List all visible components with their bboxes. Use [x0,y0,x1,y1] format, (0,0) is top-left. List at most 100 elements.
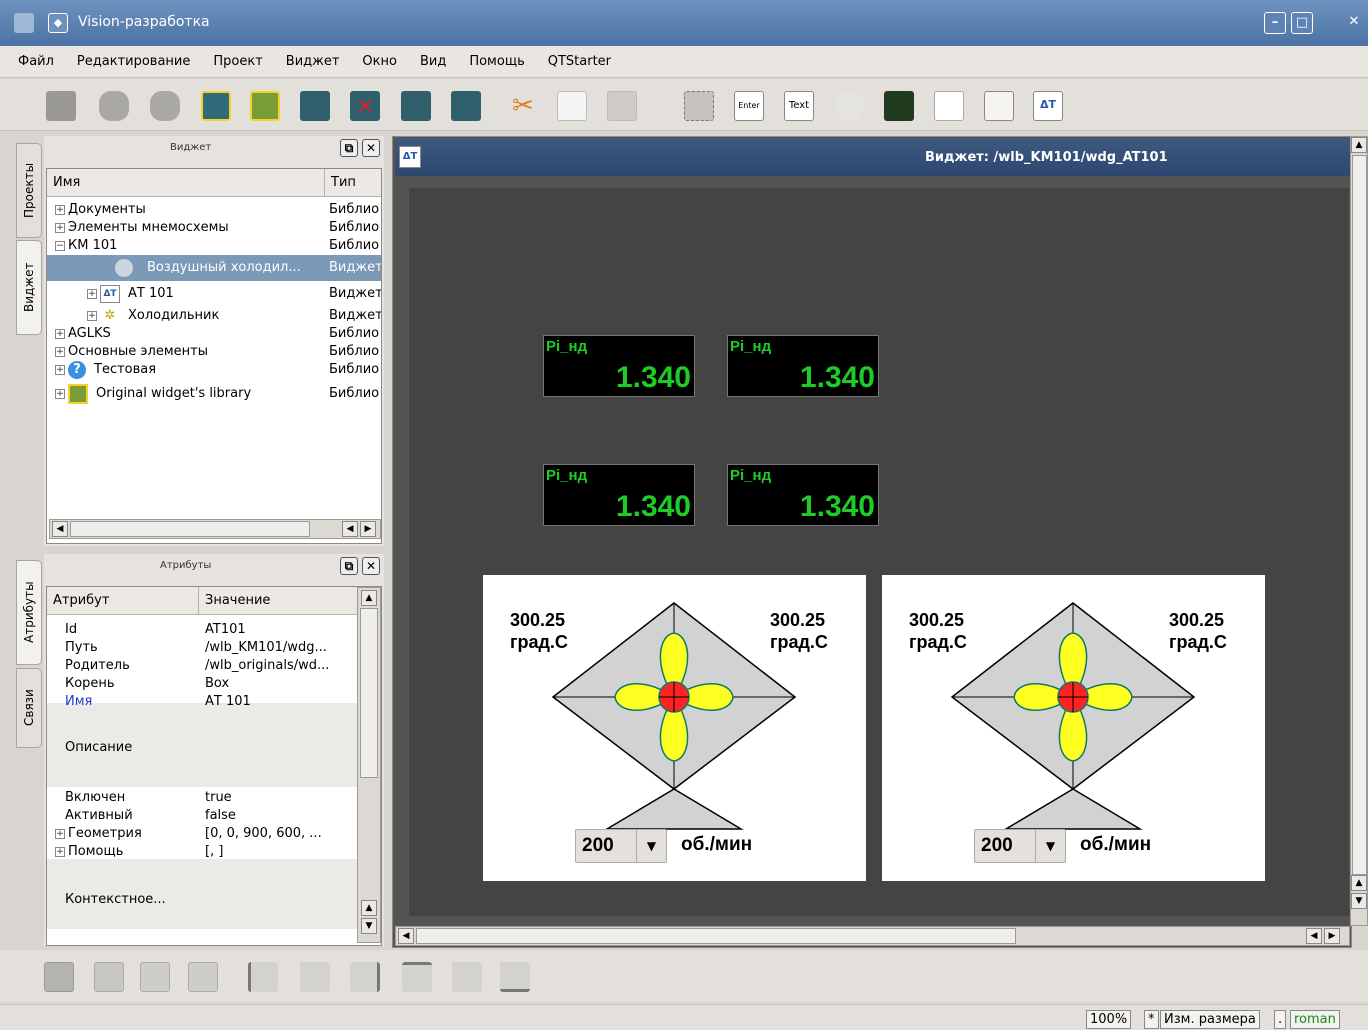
float-button[interactable]: ⧉ [340,139,358,157]
mdi-horizontal-scrollbar[interactable]: ◀ ◀ ▶ [395,926,1350,946]
value-display[interactable]: Pi_нд 1.340 [543,335,695,397]
new-widget-icon[interactable] [250,91,280,121]
attr-row-name[interactable]: Контекстное... [65,891,166,909]
align-top-icon[interactable] [402,962,432,992]
column-header-value[interactable]: Значение [199,587,357,615]
menu-file[interactable]: Файл [18,54,54,69]
float-button[interactable]: ⧉ [340,557,358,575]
tree-row[interactable]: + ✲ Холодильник Виджет [87,307,381,325]
attr-row-name[interactable]: Описание [65,739,132,757]
db-revert-icon[interactable] [150,91,180,121]
minimize-button[interactable]: – [1264,12,1286,34]
tab-links[interactable]: Связи [16,668,42,748]
attr-row-value[interactable]: true [205,789,232,807]
scroll-thumb[interactable] [1352,155,1367,875]
attr-row-value[interactable]: [0, 0, 900, 600, ... [205,825,322,843]
delete-widget-icon[interactable]: ✕ [350,91,380,121]
tree-row[interactable]: + Документы Библио [55,201,381,219]
scroll-thumb[interactable] [70,521,310,537]
formel-icon[interactable]: Enter [734,91,764,121]
attr-row-name[interactable]: Корень [65,675,115,693]
lower-icon[interactable] [94,962,124,992]
scroll-up-icon[interactable]: ▲ [361,590,377,606]
align-bottom-icon[interactable] [500,962,530,992]
scroll-left-icon[interactable]: ◀ [342,521,358,537]
air-cooler-widget[interactable]: 300.25 град.С 300.25 град.С 200 ▼ об./мин [483,575,866,881]
menu-qtstarter[interactable]: QTStarter [548,54,611,69]
scroll-thumb[interactable] [360,608,378,778]
add-widget-icon[interactable] [300,91,330,121]
attr-row-name[interactable]: Путь [65,639,98,657]
column-header-attribute[interactable]: Атрибут [47,587,199,615]
cut-icon[interactable]: ✂ [508,91,538,121]
attr-row-value[interactable]: /wlb_KM101/wdg... [205,639,327,657]
menu-edit[interactable]: Редактирование [77,54,190,69]
attr-row-name[interactable]: Родитель [65,657,130,675]
scroll-up-icon[interactable]: ▲ [1351,137,1367,153]
speed-combobox[interactable]: 200 ▼ [575,829,667,863]
air-cooler-widget[interactable]: 300.25 град.С 300.25 град.С 200 ▼ об./мин [882,575,1265,881]
align-hcenter-icon[interactable] [452,962,482,992]
value-display[interactable]: Pi_нд 1.340 [727,464,879,526]
scroll-down-icon[interactable]: ▼ [361,918,377,934]
attr-row-name[interactable]: + Помощь [55,843,123,861]
media-icon[interactable] [834,91,864,121]
vertical-scrollbar[interactable]: ▲ ▲ ▼ [357,587,381,943]
new-library-icon[interactable] [201,91,231,121]
diagram-icon[interactable] [884,91,914,121]
value-display[interactable]: Pi_нд 1.340 [543,464,695,526]
attributes-table[interactable]: Атрибут Значение Id AT101 Путь /wlb_KM10… [46,586,382,946]
scroll-left-icon[interactable]: ◀ [1306,928,1322,944]
app-icon[interactable] [14,13,34,33]
attr-row-value[interactable]: [, ] [205,843,223,861]
widget-canvas[interactable]: Pi_нд 1.340 Pi_нд 1.340 Pi_нд 1.340 Pi_нд 1.… [409,188,1349,916]
align-vcenter-icon[interactable] [300,962,330,992]
tree-row-selected[interactable]: Воздушный холодил... Виджет [47,255,381,281]
attr-row-name[interactable]: Имя [65,693,92,711]
attr-row-value[interactable]: /wlb_originals/wd... [205,657,329,675]
tab-projects[interactable]: Проекты [16,143,42,238]
speed-combobox[interactable]: 200 ▼ [974,829,1066,863]
attr-row-value[interactable]: АТ 101 [205,693,251,711]
attr-row-name[interactable]: Активный [65,807,133,825]
scroll-left-icon[interactable]: ◀ [52,521,68,537]
document-icon[interactable] [984,91,1014,121]
scroll-up-icon[interactable]: ▲ [361,900,377,916]
mdi-vertical-scrollbar[interactable]: ▲ ▲ ▼ [1350,136,1368,926]
elfigure-icon[interactable] [684,91,714,121]
attr-row-name[interactable]: Включен [65,789,125,807]
menu-project[interactable]: Проект [213,54,262,69]
mode-indicator[interactable]: Изм. размера [1160,1010,1260,1029]
level-up-icon[interactable] [140,962,170,992]
menu-view[interactable]: Вид [420,54,446,69]
tree-row[interactable]: + AGLKS Библио [55,325,381,343]
scroll-right-icon[interactable]: ▶ [360,521,376,537]
edit-widget-icon[interactable] [451,91,481,121]
text-icon[interactable]: Text [784,91,814,121]
tab-attributes[interactable]: Атрибуты [16,560,42,665]
menu-help[interactable]: Помощь [469,54,524,69]
column-header-name[interactable]: Имя [47,169,325,197]
maximize-button[interactable]: □ [1291,12,1313,34]
tab-widget[interactable]: Виджет [16,240,42,335]
db-save-icon[interactable] [99,91,129,121]
scroll-thumb[interactable] [416,928,1016,944]
tree-row[interactable]: +? Тестовая Библио [55,361,381,381]
copy-icon[interactable] [557,91,587,121]
attr-row-name[interactable]: Id [65,621,77,639]
tree-row[interactable]: − КМ 101 Библио [55,237,381,255]
attr-row-value[interactable]: false [205,807,236,825]
raise-icon[interactable] [44,962,74,992]
align-left-icon[interactable] [248,962,278,992]
chevron-down-icon[interactable]: ▼ [636,830,666,862]
paste-icon[interactable] [607,91,637,121]
widget-tree[interactable]: Имя Тип + Документы Библио + Элементы мнемо… [46,168,382,544]
tree-row[interactable]: + ΔT АТ 101 Виджет [87,283,381,305]
close-dock-button[interactable]: ✕ [362,557,380,575]
db-load-icon[interactable] [46,91,76,121]
level-down-icon[interactable] [188,962,218,992]
column-header-type[interactable]: Тип [325,169,381,197]
menu-window[interactable]: Окно [362,54,397,69]
tree-row[interactable]: + Элементы мнемосхемы Библио [55,219,381,237]
view-widget-icon[interactable] [401,91,431,121]
